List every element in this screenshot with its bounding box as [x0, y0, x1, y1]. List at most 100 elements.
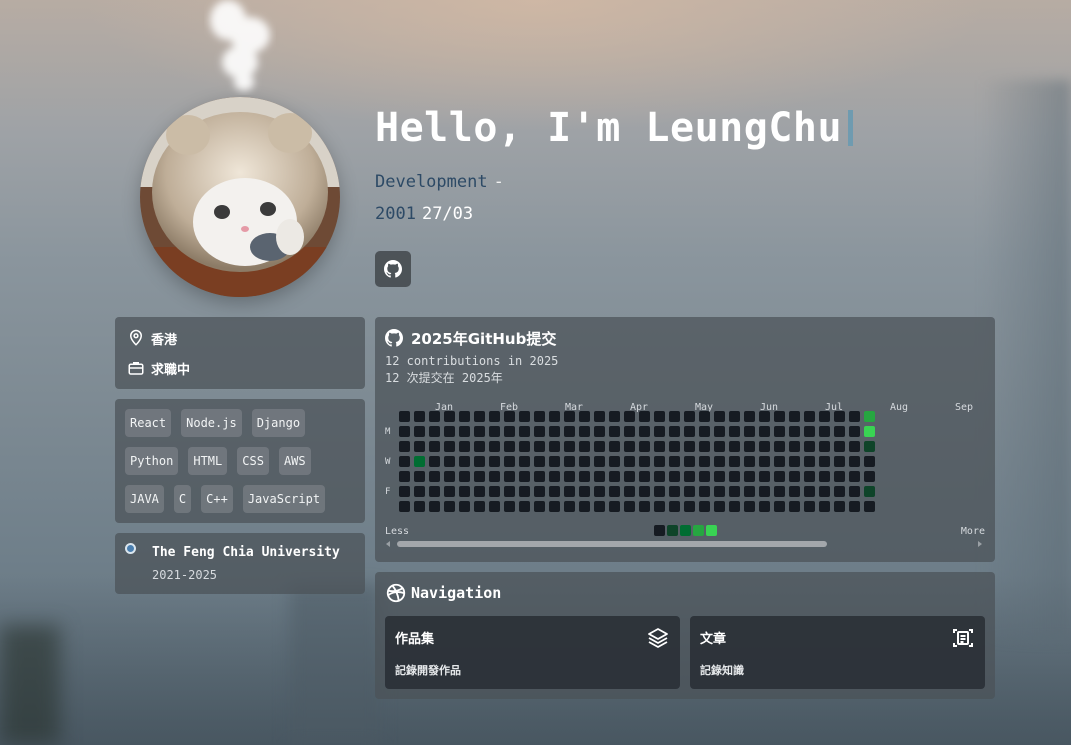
contribution-cell [864, 471, 875, 482]
nav-tile-articles[interactable]: 文章 記錄知識 [690, 616, 985, 689]
nav-tile-portfolio[interactable]: 作品集 記錄開發作品 [385, 616, 680, 689]
contribution-cell [849, 486, 860, 497]
contribution-cell [729, 486, 740, 497]
contribution-cell [669, 411, 680, 422]
contribution-cell [759, 426, 770, 437]
contribution-cell [729, 471, 740, 482]
contribution-cell [714, 426, 725, 437]
contribution-cell [759, 441, 770, 452]
legend-swatch [693, 525, 704, 536]
contribution-cell [519, 456, 530, 467]
contribution-cell [774, 441, 785, 452]
contribution-cell [399, 486, 410, 497]
skill-tag: HTML [188, 447, 228, 475]
contribution-cell [519, 471, 530, 482]
contribution-cell [399, 441, 410, 452]
contribution-cell [864, 501, 875, 512]
contribution-cell [489, 486, 500, 497]
contribution-cell [474, 501, 485, 512]
contribution-cell [804, 486, 815, 497]
contribution-cell [684, 471, 695, 482]
contribution-cell [684, 486, 695, 497]
github-contributions-card: 2025年GitHub提交 12 contributions in 2025 1… [375, 317, 995, 562]
contribution-cell [444, 456, 455, 467]
contribution-cell [699, 426, 710, 437]
contribution-cell [774, 426, 785, 437]
info-card: 香港 求職中 [115, 317, 365, 389]
contribution-cell [744, 456, 755, 467]
contribution-cell [474, 456, 485, 467]
contribution-cell [489, 501, 500, 512]
contribution-cell [804, 411, 815, 422]
contribution-cell [639, 441, 650, 452]
contribution-cell [744, 471, 755, 482]
contribution-cell [774, 501, 785, 512]
contribution-cell [594, 411, 605, 422]
contribution-cell [654, 501, 665, 512]
contribution-cell [519, 426, 530, 437]
contribution-cell [609, 411, 620, 422]
contribution-cell [819, 441, 830, 452]
contribution-cell [564, 471, 575, 482]
contribution-cell [804, 471, 815, 482]
contribution-cell [534, 486, 545, 497]
github-button[interactable] [375, 251, 411, 287]
skill-tags: React Node.js Django Python HTML CSS AWS JAVA C C… [125, 409, 355, 513]
contribution-cell [834, 471, 845, 482]
contribution-cell [669, 471, 680, 482]
contribution-cell [624, 411, 635, 422]
contribution-cell [639, 411, 650, 422]
school-years: 2021-2025 [152, 568, 218, 582]
contribution-cell [789, 441, 800, 452]
contribution-cell [414, 501, 425, 512]
contribution-cell [579, 411, 590, 422]
contribution-cell [414, 441, 425, 452]
contribution-cell [534, 471, 545, 482]
contribution-cell [429, 411, 440, 422]
contribution-cell [789, 411, 800, 422]
contribution-cell [624, 441, 635, 452]
contribution-cell [684, 456, 695, 467]
contribution-cell [549, 471, 560, 482]
contribution-cell [534, 411, 545, 422]
status-row: 求職中 [127, 357, 353, 379]
contribution-cell [774, 456, 785, 467]
contribution-cell [414, 411, 425, 422]
dribbble-icon [386, 583, 406, 603]
nav-tile-desc: 記錄知識 [700, 664, 744, 677]
contribution-cell [744, 486, 755, 497]
contribution-cell [549, 486, 560, 497]
contribution-cell [759, 486, 770, 497]
contribution-cell [804, 426, 815, 437]
contribution-cell [774, 471, 785, 482]
contribution-cell [459, 486, 470, 497]
hero-title-text: Hello, I'm LeungChu [375, 105, 843, 151]
contribution-cell [699, 486, 710, 497]
contribution-cell [654, 471, 665, 482]
contribution-cell [789, 471, 800, 482]
contribution-cell [609, 486, 620, 497]
contribution-cell [819, 471, 830, 482]
contribution-cell [744, 411, 755, 422]
contribution-cell [864, 426, 875, 437]
contribution-cell [504, 501, 515, 512]
typing-cursor [848, 110, 854, 146]
contribution-cell [489, 456, 500, 467]
contribution-cell [789, 456, 800, 467]
contribution-cell [519, 441, 530, 452]
skill-tag: AWS [278, 447, 311, 475]
contribution-cell [399, 426, 410, 437]
legend-swatch [706, 525, 717, 536]
contribution-cell [609, 456, 620, 467]
contribution-cell [789, 426, 800, 437]
contribution-cell [729, 411, 740, 422]
briefcase-icon [128, 362, 144, 375]
contribution-cell [744, 441, 755, 452]
contribution-cell [789, 501, 800, 512]
contribution-cell [774, 411, 785, 422]
contribution-cell [474, 426, 485, 437]
skill-tag: Python [125, 447, 179, 475]
contribution-cell [429, 486, 440, 497]
skill-tag: JavaScript [242, 485, 326, 513]
github-card-header: 2025年GitHub提交 [385, 327, 985, 349]
